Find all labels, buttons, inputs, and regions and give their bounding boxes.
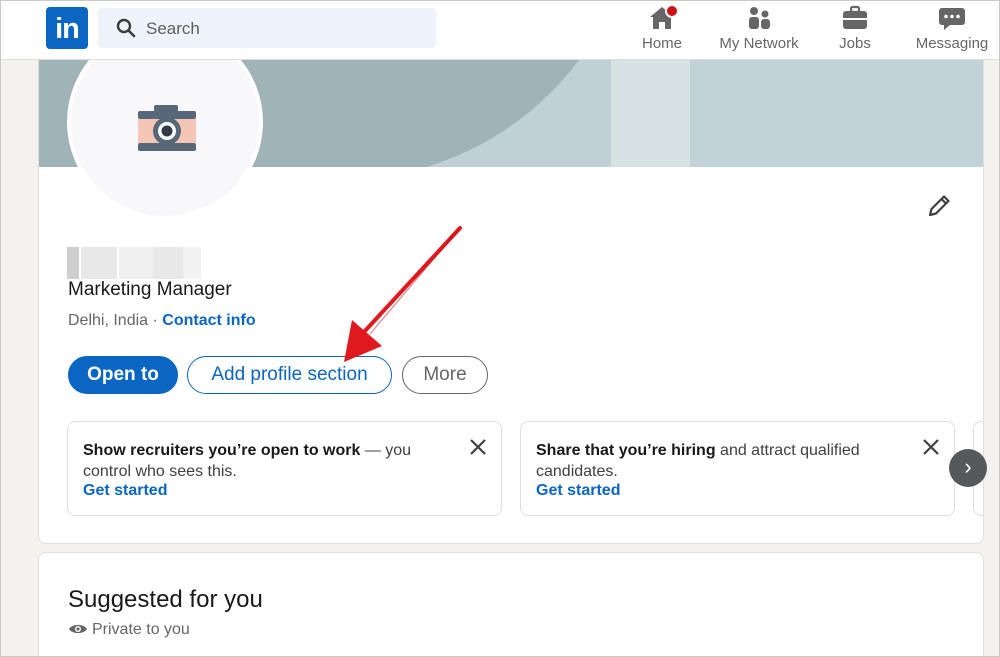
promo-text: Show recruiters you’re open to work — yo… [83, 440, 453, 482]
nav-jobs[interactable]: Jobs [832, 4, 878, 56]
promo-text: Share that you’re hiring and attract qua… [536, 440, 906, 482]
open-to-button[interactable]: Open to [68, 356, 178, 394]
top-nav: in Search Home My Network Jobs Messaging [0, 0, 1000, 60]
suggested-card: Suggested for you Private to you [38, 552, 984, 657]
separator-dot: · [148, 312, 163, 329]
promo-card-hiring: Share that you’re hiring and attract qua… [520, 421, 955, 516]
promo-bold-text: Share that you’re hiring [536, 442, 716, 459]
notification-badge [665, 4, 679, 18]
linkedin-logo[interactable]: in [46, 7, 88, 49]
messaging-icon [939, 8, 965, 30]
private-text: Private to you [92, 621, 190, 638]
get-started-link[interactable]: Get started [536, 482, 620, 500]
nav-my-network[interactable]: My Network [714, 4, 804, 56]
annotation-arrow [344, 226, 462, 362]
profile-card: Marketing Manager Delhi, India · Contact… [38, 60, 984, 544]
get-started-link[interactable]: Get started [83, 482, 167, 500]
private-line: Private to you [68, 621, 190, 639]
camera-icon [138, 105, 196, 151]
promo-card-open-to-work: Show recruiters you’re open to work — yo… [67, 421, 502, 516]
promo-bold-text: Show recruiters you’re open to work [83, 442, 361, 459]
briefcase-icon [843, 5, 867, 29]
search-bar[interactable]: Search [98, 8, 436, 48]
location-line: Delhi, India · Contact info [68, 312, 256, 330]
profile-photo[interactable] [67, 60, 263, 220]
profile-headline: Marketing Manager [68, 279, 232, 300]
nav-messaging-label: Messaging [915, 35, 989, 52]
nav-jobs-label: Jobs [839, 35, 871, 52]
nav-home-label: Home [641, 35, 682, 52]
search-placeholder: Search [146, 19, 200, 38]
edit-pencil-icon[interactable] [926, 193, 952, 219]
network-icon [749, 7, 770, 29]
banner-shape [611, 60, 690, 167]
nav-messaging[interactable]: Messaging [912, 4, 992, 56]
close-icon[interactable] [922, 438, 940, 456]
contact-info-link[interactable]: Contact info [162, 312, 255, 329]
carousel-next-button[interactable]: › [949, 449, 987, 487]
nav-my-network-label: My Network [719, 35, 799, 52]
suggested-title: Suggested for you [68, 586, 263, 613]
close-icon[interactable] [469, 438, 487, 456]
eye-icon [69, 624, 87, 634]
nav-home[interactable]: Home [636, 4, 688, 56]
banner-shape [690, 60, 983, 167]
redacted-name [67, 247, 201, 279]
location-text: Delhi, India [68, 312, 149, 329]
search-icon [116, 18, 136, 38]
